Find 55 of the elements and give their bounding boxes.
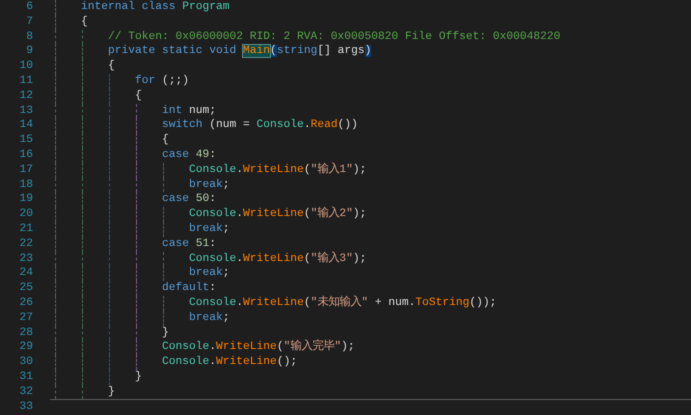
line-number: 8	[25, 30, 33, 44]
line-number: 16	[18, 148, 33, 163]
line-number: 10	[18, 59, 33, 74]
code-line: // Token: 0x06000002 RID: 2 RVA: 0x00050820 File Offset: 0x00048220	[107, 30, 560, 43]
code-line: Console.WriteLine("输入1");	[188, 164, 366, 176]
line-number: 23	[18, 252, 33, 266]
code-line: for (;;)	[134, 74, 190, 87]
code-line: switch (num = Console.Read())	[161, 119, 358, 132]
line-number: 6	[25, 0, 33, 15]
line-number: 17	[18, 162, 33, 178]
line-number: 20	[18, 207, 33, 222]
line-number: 12	[18, 88, 33, 104]
code-line: Console.WriteLine("输入完毕");	[161, 341, 355, 354]
line-number: 30	[18, 355, 33, 370]
code-line: case 50:	[161, 193, 216, 206]
code-line: internal class Program	[80, 1, 230, 13]
line-number: 33	[18, 400, 33, 414]
code-line: Console.WriteLine("未知输入" + num.ToString());	[188, 296, 496, 309]
line-number: 24	[18, 266, 33, 282]
line-number: 13	[18, 104, 33, 118]
line-number: 15	[18, 133, 33, 148]
line-number: 25	[18, 281, 33, 296]
code-line: break;	[188, 178, 230, 191]
line-number: 9	[25, 44, 33, 60]
line-number: 28	[18, 326, 33, 340]
code-line: break;	[188, 222, 230, 235]
code-line: {	[107, 60, 115, 72]
code-line: case 49:	[161, 148, 216, 161]
code-line: break;	[188, 312, 230, 324]
code-line: {	[134, 90, 142, 102]
code-line: break;	[188, 267, 230, 280]
code-line: }	[161, 326, 169, 339]
line-number: 7	[25, 14, 33, 30]
line-number: 19	[18, 192, 33, 208]
line-number: 31	[18, 370, 33, 385]
line-number: 18	[18, 178, 33, 192]
line-number: 22	[18, 236, 33, 252]
code-line: case 51:	[161, 238, 216, 250]
code-line: }	[107, 386, 115, 398]
line-number: 27	[18, 310, 33, 326]
code-line: int num;	[161, 104, 216, 117]
code-line: Console.WriteLine("输入3");	[188, 252, 366, 265]
line-number: 26	[18, 296, 33, 311]
line-number: 14	[18, 118, 33, 134]
code-line: Console.WriteLine("输入2");	[188, 208, 366, 220]
line-number: 21	[18, 222, 33, 237]
code-line: {	[161, 134, 169, 146]
line-number: 32	[18, 384, 33, 400]
line-number: 11	[18, 74, 33, 89]
line-number: 29	[18, 340, 33, 356]
code-line: {	[80, 16, 88, 28]
code-line: }	[134, 370, 142, 383]
code-line: Console.WriteLine();	[161, 356, 298, 368]
code-line: default:	[161, 282, 216, 294]
code-line: private static void Main(string[] args)	[107, 45, 372, 58]
